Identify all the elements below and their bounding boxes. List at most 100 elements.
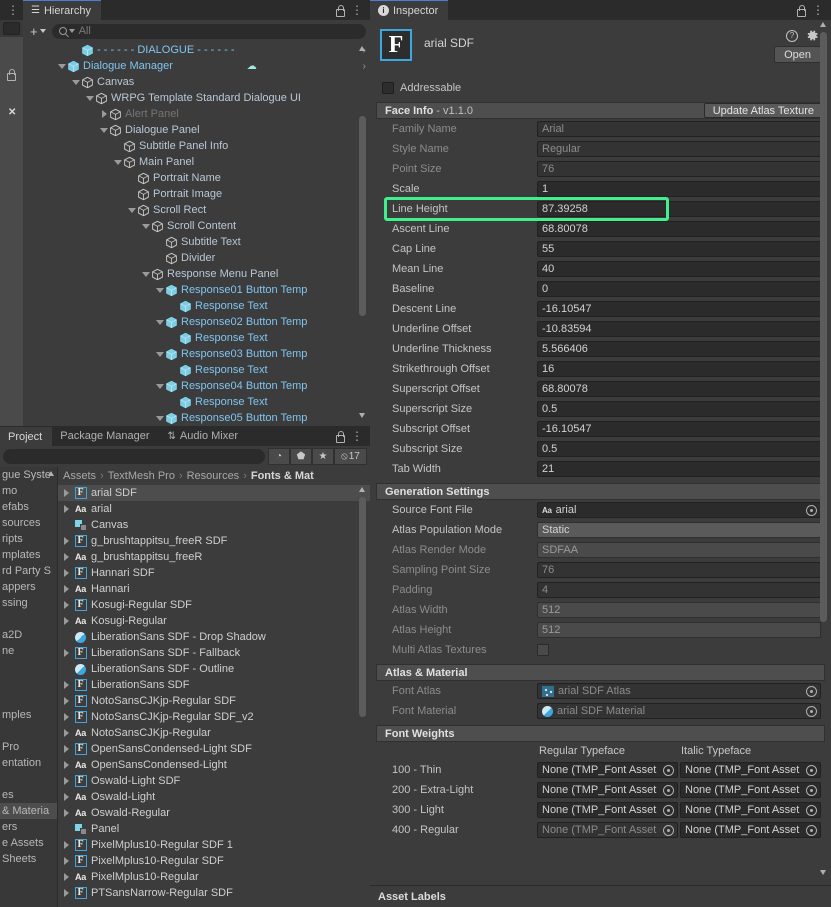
hierarchy-item-response-text[interactable]: Response Text bbox=[23, 330, 370, 346]
scene-preview-sliver[interactable]: ✕ bbox=[0, 37, 23, 426]
file-list-item[interactable]: F LiberationSans SDF - Fallback bbox=[58, 645, 370, 661]
hierarchy-scrollbar[interactable] bbox=[358, 56, 367, 414]
hierarchy-item-response02-button-temp[interactable]: Response02 Button Temp bbox=[23, 314, 370, 330]
field-value-input[interactable]: -16.10547 bbox=[537, 301, 821, 317]
file-list-item[interactable]: Panel bbox=[58, 821, 370, 837]
file-list-item[interactable]: Aa Kosugi-Regular bbox=[58, 613, 370, 629]
project-scrollbar[interactable] bbox=[358, 497, 367, 907]
close-icon[interactable]: ✕ bbox=[8, 107, 16, 118]
folder-tree-item[interactable]: ssing bbox=[0, 595, 57, 611]
file-list-item[interactable]: F OpenSansCondensed-Light SDF bbox=[58, 741, 370, 757]
field-value-input[interactable]: 0.5 bbox=[537, 401, 821, 417]
hierarchy-scroll-down-arrow[interactable] bbox=[359, 413, 366, 420]
folder-tree-item[interactable]: mo bbox=[0, 483, 57, 499]
field-object-reference[interactable]: Aa arial bbox=[537, 502, 821, 518]
label-filter-icon[interactable]: ⬟ bbox=[290, 448, 312, 465]
file-list-item[interactable]: LiberationSans SDF - Drop Shadow bbox=[58, 629, 370, 645]
file-list-item[interactable]: F PTSansNarrow-Regular SDF bbox=[58, 885, 370, 901]
file-list-item[interactable]: Aa Oswald-Light bbox=[58, 789, 370, 805]
folder-tree-item[interactable]: & Materia bbox=[0, 803, 57, 819]
field-value-input[interactable]: 5.566406 bbox=[537, 341, 821, 357]
hierarchy-tree[interactable]: - - - - - - DIALOGUE - - - - - - › Dialogu… bbox=[23, 42, 370, 426]
tab-inspector[interactable]: i Inspector bbox=[370, 0, 449, 20]
file-list-item[interactable]: F Oswald-Light SDF bbox=[58, 773, 370, 789]
chevron-right-icon[interactable] bbox=[60, 789, 73, 805]
breadcrumb-item[interactable]: Fonts & Mat bbox=[251, 470, 314, 482]
chevron-down-icon[interactable] bbox=[57, 58, 67, 74]
chevron-down-icon[interactable] bbox=[155, 282, 165, 298]
chevron-right-icon[interactable] bbox=[60, 853, 73, 869]
inspector-scroll-down-arrow[interactable] bbox=[820, 870, 827, 877]
breadcrumb-item[interactable]: Assets bbox=[63, 470, 96, 482]
open-button[interactable]: Open bbox=[774, 46, 821, 63]
chevron-right-icon[interactable] bbox=[60, 485, 73, 501]
file-list-item[interactable]: Aa arial bbox=[58, 501, 370, 517]
breadcrumb[interactable]: Assets › TextMesh Pro › Resources › Fonts & Ma… bbox=[58, 467, 370, 485]
help-icon[interactable]: ? bbox=[786, 29, 798, 42]
folder-tree-item[interactable] bbox=[0, 723, 57, 739]
field-value-input[interactable]: -16.10547 bbox=[537, 421, 821, 437]
asset-filter-icon[interactable]: ◔ bbox=[268, 448, 290, 465]
hierarchy-scrollbar-thumb[interactable] bbox=[359, 116, 366, 316]
hierarchy-item-response05-button-temp[interactable]: Response05 Button Temp bbox=[23, 410, 370, 426]
field-value-input[interactable]: 40 bbox=[537, 261, 821, 277]
italic-typeface-field[interactable]: None (TMP_Font Asset bbox=[680, 782, 821, 798]
chevron-right-icon[interactable] bbox=[60, 773, 73, 789]
chevron-down-icon[interactable] bbox=[155, 346, 165, 362]
hierarchy-item-alert-panel[interactable]: Alert Panel bbox=[23, 106, 370, 122]
field-value-input[interactable]: 1 bbox=[537, 181, 821, 197]
hierarchy-item-scroll-rect[interactable]: Scroll Rect bbox=[23, 202, 370, 218]
hierarchy-item-canvas[interactable]: Canvas bbox=[23, 74, 370, 90]
tab-hierarchy[interactable]: ☰ Hierarchy bbox=[23, 0, 102, 20]
file-list-item[interactable]: Aa OpenSansCondensed-Light bbox=[58, 757, 370, 773]
chevron-right-icon[interactable] bbox=[60, 501, 73, 517]
search-filter-chevron-icon[interactable] bbox=[68, 29, 75, 33]
regular-typeface-field[interactable]: None (TMP_Font Asset bbox=[537, 802, 678, 818]
atlas-material-section-header[interactable]: Atlas & Material bbox=[376, 664, 825, 681]
object-picker-icon[interactable] bbox=[663, 785, 674, 796]
italic-typeface-field[interactable]: None (TMP_Font Asset bbox=[680, 762, 821, 778]
chevron-down-icon[interactable] bbox=[155, 378, 165, 394]
chevron-right-icon[interactable] bbox=[60, 693, 73, 709]
hierarchy-item-scroll-content[interactable]: Scroll Content bbox=[23, 218, 370, 234]
field-value-input[interactable]: -10.83594 bbox=[537, 321, 821, 337]
hierarchy-item-dialogue-manager[interactable]: Dialogue Manager ☁ › bbox=[23, 58, 370, 74]
folder-tree-item[interactable]: sources bbox=[0, 515, 57, 531]
hierarchy-item-response03-button-temp[interactable]: Response03 Button Temp bbox=[23, 346, 370, 362]
project-file-list[interactable]: Farial SDF Aa arial Canvas Fg_brushtappitsu_… bbox=[58, 485, 370, 907]
field-value-input[interactable]: 21 bbox=[537, 461, 821, 477]
folder-tree-item[interactable]: rd Party S bbox=[0, 563, 57, 579]
object-picker-icon[interactable] bbox=[663, 805, 674, 816]
regular-typeface-field[interactable]: None (TMP_Font Asset bbox=[537, 782, 678, 798]
folder-tree-item[interactable]: e Assets bbox=[0, 835, 57, 851]
chevron-right-icon[interactable] bbox=[60, 565, 73, 581]
inspector-scrollbar[interactable] bbox=[819, 32, 828, 872]
regular-typeface-field[interactable]: None (TMP_Font Asset bbox=[537, 762, 678, 778]
chevron-down-icon[interactable] bbox=[155, 410, 165, 426]
hierarchy-item-main-panel[interactable]: Main Panel bbox=[23, 154, 370, 170]
chevron-right-icon[interactable] bbox=[60, 837, 73, 853]
hierarchy-item-portrait-name[interactable]: Portrait Name bbox=[23, 170, 370, 186]
chevron-right-icon[interactable] bbox=[60, 581, 73, 597]
folder-tree-item[interactable]: ne bbox=[0, 643, 57, 659]
file-list-item[interactable]: F NotoSansCJKjp-Regular SDF bbox=[58, 693, 370, 709]
file-list-item[interactable]: Farial SDF bbox=[58, 485, 370, 501]
folder-tree-item[interactable]: es bbox=[0, 787, 57, 803]
hierarchy-item-divider[interactable]: Divider bbox=[23, 250, 370, 266]
file-list-item[interactable]: F NotoSansCJKjp-Regular SDF_v2 bbox=[58, 709, 370, 725]
generation-settings-section-header[interactable]: Generation Settings bbox=[376, 483, 825, 500]
hierarchy-scroll-up-arrow[interactable] bbox=[359, 46, 366, 53]
lock-icon[interactable] bbox=[335, 430, 345, 443]
object-picker-icon[interactable] bbox=[806, 505, 817, 516]
file-list-item[interactable]: F PixelMplus10-Regular SDF 1 bbox=[58, 837, 370, 853]
chevron-right-icon[interactable] bbox=[60, 597, 73, 613]
kebab-menu-icon[interactable]: ⋮ bbox=[812, 4, 824, 16]
object-picker-icon[interactable] bbox=[806, 805, 817, 816]
file-list-item[interactable]: Aa Oswald-Regular bbox=[58, 805, 370, 821]
gear-icon[interactable] bbox=[806, 29, 819, 42]
hidden-packages-icon[interactable]: ⦸ 17 bbox=[334, 448, 367, 465]
file-list-item[interactable]: LiberationSans SDF - Outline bbox=[58, 661, 370, 677]
lock-icon[interactable] bbox=[796, 4, 806, 17]
file-list-item[interactable]: F Hannari SDF bbox=[58, 565, 370, 581]
addressable-checkbox[interactable] bbox=[382, 82, 394, 94]
